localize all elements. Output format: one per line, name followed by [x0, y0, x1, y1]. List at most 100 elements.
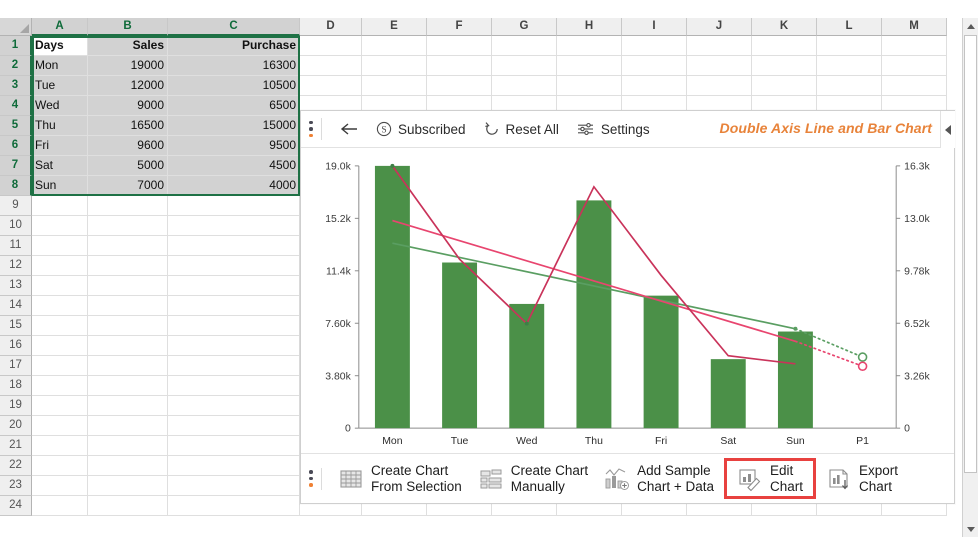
cell-A10[interactable] — [32, 216, 88, 236]
cell-D3[interactable] — [300, 76, 362, 96]
column-header-g[interactable]: G — [492, 18, 557, 36]
column-header-e[interactable]: E — [362, 18, 427, 36]
cell-A13[interactable] — [32, 276, 88, 296]
cell-B5[interactable]: 16500 — [88, 116, 168, 136]
column-header-j[interactable]: J — [687, 18, 752, 36]
panel-drag-handle-bottom[interactable] — [301, 454, 321, 503]
cell-M1[interactable] — [882, 36, 947, 56]
edit-chart-button[interactable]: Edit Chart — [724, 458, 817, 499]
cell-B22[interactable] — [88, 456, 168, 476]
settings-button[interactable]: Settings — [568, 117, 659, 141]
cell-C12[interactable] — [168, 256, 300, 276]
cell-B4[interactable]: 9000 — [88, 96, 168, 116]
cell-A22[interactable] — [32, 456, 88, 476]
row-header-13[interactable]: 13 — [0, 276, 32, 296]
cell-G3[interactable] — [492, 76, 557, 96]
row-header-21[interactable]: 21 — [0, 436, 32, 456]
cell-B10[interactable] — [88, 216, 168, 236]
row-header-19[interactable]: 19 — [0, 396, 32, 416]
cell-I2[interactable] — [622, 56, 687, 76]
cell-B3[interactable]: 12000 — [88, 76, 168, 96]
cell-C1[interactable]: Purchase — [168, 36, 300, 56]
scroll-up-button[interactable] — [963, 18, 978, 34]
cell-C6[interactable]: 9500 — [168, 136, 300, 156]
column-header-c[interactable]: C — [168, 18, 300, 36]
cell-A4[interactable]: Wed — [32, 96, 88, 116]
collapse-panel-button[interactable] — [940, 111, 955, 148]
row-header-17[interactable]: 17 — [0, 356, 32, 376]
cell-G2[interactable] — [492, 56, 557, 76]
cell-A7[interactable]: Sat — [32, 156, 88, 176]
cell-M3[interactable] — [882, 76, 947, 96]
cell-B16[interactable] — [88, 336, 168, 356]
export-chart-button[interactable]: Export Chart — [818, 459, 906, 498]
cell-A18[interactable] — [32, 376, 88, 396]
column-header-i[interactable]: I — [622, 18, 687, 36]
cell-L3[interactable] — [817, 76, 882, 96]
cell-A6[interactable]: Fri — [32, 136, 88, 156]
cell-G1[interactable] — [492, 36, 557, 56]
cell-H1[interactable] — [557, 36, 622, 56]
chart-area[interactable]: 0 3.80k 7.60k 11.4k 15.2k 19.0k 0 3.26k 6.52k 9.7… — [301, 148, 954, 453]
cell-A11[interactable] — [32, 236, 88, 256]
cell-B23[interactable] — [88, 476, 168, 496]
cell-B7[interactable]: 5000 — [88, 156, 168, 176]
cell-J1[interactable] — [687, 36, 752, 56]
cell-D1[interactable] — [300, 36, 362, 56]
cell-B14[interactable] — [88, 296, 168, 316]
cell-B17[interactable] — [88, 356, 168, 376]
select-all-corner[interactable] — [0, 18, 32, 36]
cell-A8[interactable]: Sun — [32, 176, 88, 196]
cell-F1[interactable] — [427, 36, 492, 56]
cell-F2[interactable] — [427, 56, 492, 76]
cell-A16[interactable] — [32, 336, 88, 356]
add-sample-chart-data-button[interactable]: Add Sample Chart + Data — [596, 459, 722, 498]
column-header-l[interactable]: L — [817, 18, 882, 36]
cell-E1[interactable] — [362, 36, 427, 56]
scrollbar-thumb[interactable] — [964, 35, 977, 473]
cell-C5[interactable]: 15000 — [168, 116, 300, 136]
cell-A15[interactable] — [32, 316, 88, 336]
cell-D2[interactable] — [300, 56, 362, 76]
cell-J3[interactable] — [687, 76, 752, 96]
row-header-2[interactable]: 2 — [0, 56, 32, 76]
row-header-23[interactable]: 23 — [0, 476, 32, 496]
cell-C7[interactable]: 4500 — [168, 156, 300, 176]
cell-C18[interactable] — [168, 376, 300, 396]
cell-C10[interactable] — [168, 216, 300, 236]
cell-C4[interactable]: 6500 — [168, 96, 300, 116]
row-header-5[interactable]: 5 — [0, 116, 32, 136]
cell-C21[interactable] — [168, 436, 300, 456]
table-row[interactable]: Mon 19000 16300 — [32, 56, 962, 76]
table-row[interactable]: Days Sales Purchase — [32, 36, 962, 56]
cell-B2[interactable]: 19000 — [88, 56, 168, 76]
row-header-1[interactable]: 1 — [0, 36, 32, 56]
cell-I1[interactable] — [622, 36, 687, 56]
cell-B8[interactable]: 7000 — [88, 176, 168, 196]
cell-C17[interactable] — [168, 356, 300, 376]
cell-J2[interactable] — [687, 56, 752, 76]
vertical-scrollbar[interactable] — [962, 18, 978, 537]
cell-B13[interactable] — [88, 276, 168, 296]
row-header-3[interactable]: 3 — [0, 76, 32, 96]
create-chart-manually-button[interactable]: Create Chart Manually — [470, 459, 596, 498]
cell-B18[interactable] — [88, 376, 168, 396]
cell-A3[interactable]: Tue — [32, 76, 88, 96]
cell-I3[interactable] — [622, 76, 687, 96]
row-header-14[interactable]: 14 — [0, 296, 32, 316]
cell-A20[interactable] — [32, 416, 88, 436]
cell-B15[interactable] — [88, 316, 168, 336]
cell-B24[interactable] — [88, 496, 168, 516]
cell-C3[interactable]: 10500 — [168, 76, 300, 96]
row-header-4[interactable]: 4 — [0, 96, 32, 116]
cell-A23[interactable] — [32, 476, 88, 496]
row-header-18[interactable]: 18 — [0, 376, 32, 396]
cell-B9[interactable] — [88, 196, 168, 216]
cell-C23[interactable] — [168, 476, 300, 496]
cell-B12[interactable] — [88, 256, 168, 276]
row-header-12[interactable]: 12 — [0, 256, 32, 276]
cell-A19[interactable] — [32, 396, 88, 416]
row-header-6[interactable]: 6 — [0, 136, 32, 156]
subscribed-button[interactable]: S Subscribed — [367, 117, 475, 141]
cell-B6[interactable]: 9600 — [88, 136, 168, 156]
